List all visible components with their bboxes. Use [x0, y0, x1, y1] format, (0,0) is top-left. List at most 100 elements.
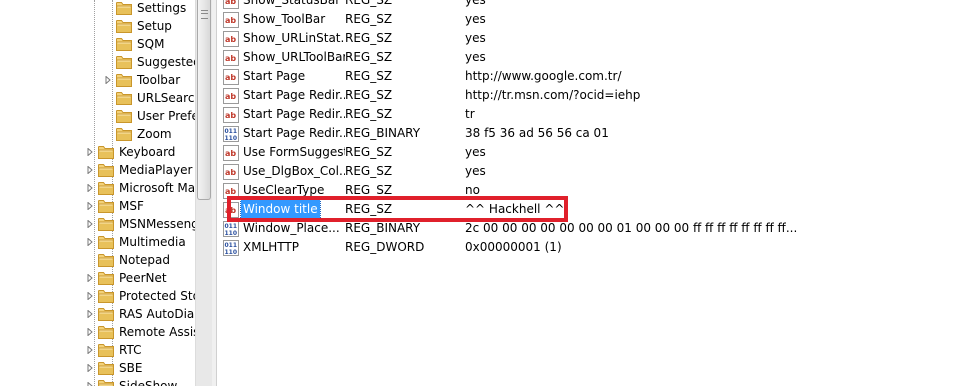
- expand-arrow-icon[interactable]: [85, 143, 95, 161]
- expand-arrow-icon[interactable]: [85, 269, 95, 287]
- value-type: REG_SZ: [345, 183, 393, 197]
- folder-icon: [98, 218, 114, 231]
- value-data: yes: [465, 12, 486, 26]
- value-name: Start Page: [243, 69, 306, 83]
- value-row[interactable]: 011 110 XMLHTTP REG_DWORD 0x00000001 (1): [217, 238, 978, 257]
- folder-icon: [98, 164, 114, 177]
- expand-arrow-icon[interactable]: [85, 179, 95, 197]
- expand-arrow-icon[interactable]: [85, 323, 95, 341]
- value-row[interactable]: ab Show_URLToolBar REG_SZ yes: [217, 48, 978, 67]
- value-data: http://www.google.com.tr/: [465, 69, 622, 83]
- value-row[interactable]: 011 110 Window_Place... REG_BINARY 2c 00 00 …: [217, 219, 978, 238]
- tree-item[interactable]: PeerNet: [85, 269, 167, 287]
- tree-item[interactable]: Multimedia: [85, 233, 186, 251]
- expand-arrow-icon[interactable]: [103, 71, 113, 89]
- tree-item[interactable]: URLSearch: [103, 89, 195, 107]
- tree-item[interactable]: RAS AutoDial: [85, 305, 195, 323]
- tree-item-label: Microsoft Mar: [119, 181, 195, 195]
- tree-item[interactable]: Setup: [103, 17, 172, 35]
- svg-text:110: 110: [225, 135, 238, 142]
- registry-values-list[interactable]: ab Show_StatusBar REG_SZ yes ab Show_ToolBar R…: [217, 0, 978, 386]
- tree-item[interactable]: Toolbar: [103, 71, 180, 89]
- tree-item-label: SideShow: [119, 379, 178, 386]
- expand-arrow-icon[interactable]: [85, 341, 95, 359]
- folder-icon: [98, 200, 114, 213]
- string-value-icon: ab: [223, 31, 239, 47]
- expand-arrow-icon[interactable]: [85, 161, 95, 179]
- tree-item[interactable]: Microsoft Mar: [85, 179, 195, 197]
- tree-item[interactable]: Remote Assista: [85, 323, 195, 341]
- value-data: yes: [465, 31, 486, 45]
- folder-icon: [116, 38, 132, 51]
- string-value-icon: ab: [223, 145, 239, 161]
- value-row[interactable]: ab Show_ToolBar REG_SZ yes: [217, 10, 978, 29]
- svg-text:ab: ab: [225, 149, 236, 158]
- svg-text:ab: ab: [225, 111, 236, 120]
- value-name: Show_URLinStat...: [243, 31, 345, 45]
- tree-item-label: Settings: [137, 1, 187, 15]
- tree-item[interactable]: User Prefer: [103, 107, 195, 125]
- tree-item-label: Suggested: [137, 55, 195, 69]
- folder-icon: [98, 344, 114, 357]
- tree-item-label: SBE: [119, 361, 143, 375]
- tree-item-label: Multimedia: [119, 235, 186, 249]
- folder-icon: [116, 92, 132, 105]
- folder-icon: [98, 308, 114, 321]
- svg-text:011: 011: [225, 223, 238, 230]
- expand-arrow-icon[interactable]: [85, 377, 95, 386]
- tree-item[interactable]: Protected Stor: [85, 287, 195, 305]
- value-data: yes: [465, 164, 486, 178]
- expand-arrow-icon[interactable]: [85, 197, 95, 215]
- value-row-selected[interactable]: ab Window title REG_SZ ^^ Hackhell ^^: [217, 199, 978, 220]
- string-value-icon: ab: [223, 88, 239, 104]
- tree-item[interactable]: Notepad: [85, 251, 170, 269]
- tree-scrollbar-thumb[interactable]: [197, 0, 211, 200]
- tree-item[interactable]: MediaPlayer: [85, 161, 192, 179]
- binary-value-icon: 011110: [223, 221, 239, 237]
- expand-arrow-icon[interactable]: [85, 233, 95, 251]
- tree-item[interactable]: Suggested: [103, 53, 195, 71]
- tree-item[interactable]: MSNMessenge: [85, 215, 195, 233]
- value-row[interactable]: ab Show_StatusBar REG_SZ yes: [217, 0, 978, 10]
- expand-arrow-icon[interactable]: [85, 215, 95, 233]
- value-row[interactable]: 011 110 Start Page Redir... REG_BINARY 38 f5…: [217, 124, 978, 143]
- tree-item[interactable]: MSF: [85, 197, 144, 215]
- folder-icon: [98, 362, 114, 375]
- svg-text:011: 011: [225, 128, 238, 135]
- value-row[interactable]: ab Use FormSuggest REG_SZ yes: [217, 143, 978, 162]
- value-row[interactable]: ab Start Page Redir... REG_SZ http://tr.msn…: [217, 86, 978, 105]
- expand-arrow-icon[interactable]: [85, 359, 95, 377]
- value-row[interactable]: ab Show_URLinStat... REG_SZ yes: [217, 29, 978, 48]
- value-row[interactable]: ab Start Page REG_SZ http://www.google.com.…: [217, 67, 978, 86]
- folder-icon: [98, 326, 114, 339]
- tree-item[interactable]: SQM: [103, 35, 164, 53]
- tree-vertical-scrollbar[interactable]: [195, 0, 212, 386]
- value-name: XMLHTTP: [243, 240, 299, 254]
- value-type: REG_SZ: [345, 145, 393, 159]
- value-data: 0x00000001 (1): [465, 240, 562, 254]
- tree-item[interactable]: SideShow: [85, 377, 177, 386]
- string-value-icon: ab: [223, 50, 239, 66]
- expand-arrow-icon[interactable]: [85, 305, 95, 323]
- svg-text:011: 011: [225, 242, 238, 249]
- tree-item[interactable]: Settings: [103, 0, 186, 17]
- tree-item[interactable]: RTC: [85, 341, 141, 359]
- expand-arrow-icon[interactable]: [85, 287, 95, 305]
- value-row[interactable]: ab Start Page Redir... REG_SZ tr: [217, 105, 978, 124]
- folder-icon: [116, 128, 132, 141]
- tree-item[interactable]: Keyboard: [85, 143, 175, 161]
- value-type: REG_SZ: [345, 0, 393, 7]
- svg-text:ab: ab: [225, 92, 236, 101]
- tree-item[interactable]: SBE: [85, 359, 142, 377]
- folder-icon: [98, 290, 114, 303]
- value-row[interactable]: ab UseClearType REG_SZ no: [217, 181, 978, 200]
- tree-item[interactable]: Zoom: [103, 125, 172, 143]
- value-row[interactable]: ab Use_DlgBox_Col... REG_SZ yes: [217, 162, 978, 181]
- svg-text:110: 110: [225, 249, 238, 256]
- registry-tree[interactable]: Settings Setup SQM Suggested Toolbar URLSearc…: [0, 0, 195, 386]
- tree-item-label: Remote Assista: [119, 325, 195, 339]
